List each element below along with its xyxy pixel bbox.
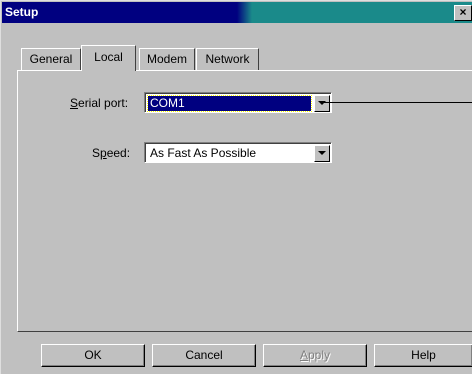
callout-line [324,102,472,103]
cancel-button[interactable]: Cancel [152,344,256,367]
apply-button-label: Apply [299,348,331,362]
title-bar[interactable]: Setup × [2,2,472,23]
help-button-label: Help [411,348,436,362]
tab-modem[interactable]: Modem [139,48,195,70]
ok-button-label: OK [84,348,102,362]
speed-value: As Fast As Possible [150,146,257,160]
apply-button[interactable]: Apply [263,344,367,367]
dropdown-arrow-icon [318,151,326,155]
tab-label: General [29,52,73,66]
tab-label: Network [205,52,250,66]
serial-port-select[interactable]: COM1 [144,92,332,113]
help-button[interactable]: Help [374,344,472,367]
speed-select[interactable]: As Fast As Possible [144,142,332,163]
cancel-button-label: Cancel [185,348,223,362]
tab-network[interactable]: Network [196,48,259,70]
serial-port-dropdown-button[interactable] [314,95,330,112]
serial-port-value: COM1 [147,95,312,112]
ok-button[interactable]: OK [41,344,145,367]
tab-label: Local [94,50,123,64]
tab-local[interactable]: Local [81,45,136,71]
speed-dropdown-button[interactable] [314,145,330,162]
setup-dialog: Setup × General Local Modem Network Seri… [0,0,472,374]
window-title: Setup [5,5,39,19]
tab-label: Modem [146,52,187,66]
speed-label: Speed: [92,146,131,160]
close-button[interactable]: × [454,5,472,21]
tab-general[interactable]: General [21,48,81,70]
serial-port-label: Serial port: [70,96,129,110]
close-icon: × [459,5,467,19]
